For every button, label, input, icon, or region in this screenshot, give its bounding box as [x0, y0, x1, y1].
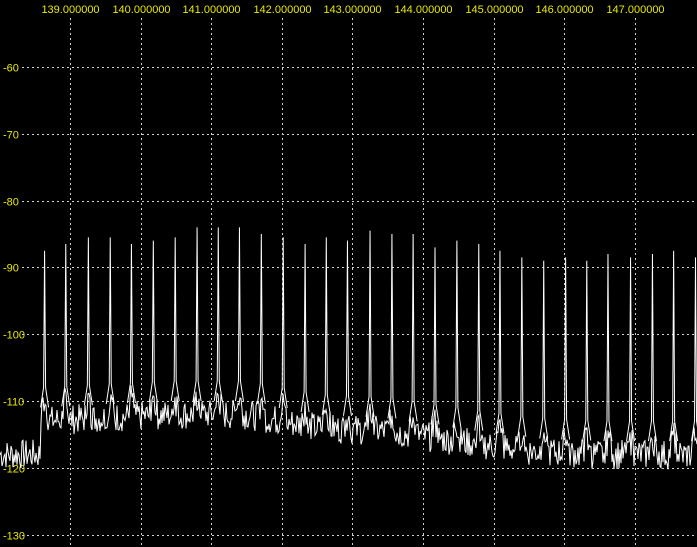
y-tick-labels: -60-70-80-90-100-110-120-130	[3, 63, 25, 543]
spectrum-peak	[603, 254, 613, 442]
y-tick-label: -90	[3, 263, 19, 275]
spectrum-peak	[192, 227, 202, 402]
y-tick-label: -110	[3, 397, 24, 409]
spectrum-peak	[539, 260, 549, 439]
spectrum-peak	[365, 230, 375, 417]
spectrum-peak	[83, 237, 93, 406]
x-tick-label: 143.000000	[323, 4, 381, 16]
horizontal-grid	[22, 67, 697, 536]
spectrum-peak	[474, 244, 484, 431]
spectrum-peak	[430, 247, 440, 425]
spectrum-peak	[561, 257, 571, 440]
spectrum-peak	[387, 233, 397, 419]
x-tick-label: 145.000000	[465, 4, 523, 16]
x-tick-label: 142.000000	[253, 4, 311, 16]
spectrum-peak	[213, 227, 223, 402]
spectrum-peak	[148, 240, 158, 403]
y-tick-label: -100	[3, 330, 25, 342]
spectrum-peak	[256, 233, 266, 404]
spectrum-peak	[626, 257, 636, 442]
x-tick-label: 144.000000	[394, 4, 452, 16]
spectrum-peak	[300, 244, 310, 413]
y-tick-label: -80	[3, 197, 19, 209]
y-tick-label: -70	[3, 130, 19, 142]
x-tick-label: 146.000000	[535, 4, 593, 16]
spectrum-peak	[582, 260, 592, 441]
spectrum-peak	[691, 257, 697, 442]
spectrum-trace	[0, 227, 697, 470]
spectrum-chart: 139.000000 140.000000 141.000000 142.000000…	[0, 4, 697, 547]
spectrum-peak	[647, 254, 657, 442]
spectrum-peak	[40, 250, 50, 408]
spectrum-peak	[234, 227, 244, 402]
vertical-grid	[70, 18, 636, 547]
spectrum-peak	[61, 244, 71, 407]
x-tick-label: 141.000000	[182, 4, 240, 16]
spectrum-peak	[342, 240, 352, 416]
spectrum-peak	[321, 237, 331, 415]
x-tick-label: 147.000000	[606, 4, 664, 16]
y-tick-label: -130	[3, 531, 25, 543]
spectrum-peak	[170, 237, 180, 402]
spectrum-peak	[278, 237, 288, 409]
spectrum-peak	[105, 237, 115, 405]
spectrum-peak	[517, 257, 527, 437]
spectrum-peak	[408, 233, 418, 422]
x-tick-label: 139.000000	[41, 4, 99, 16]
spectrum-peak	[452, 240, 462, 428]
spectrum-peak	[669, 250, 679, 442]
y-tick-label: -60	[3, 63, 19, 75]
x-tick-labels: 139.000000 140.000000 141.000000 142.000000…	[41, 4, 664, 16]
spectrum-peak	[495, 250, 505, 434]
x-tick-label: 140.000000	[112, 4, 170, 16]
